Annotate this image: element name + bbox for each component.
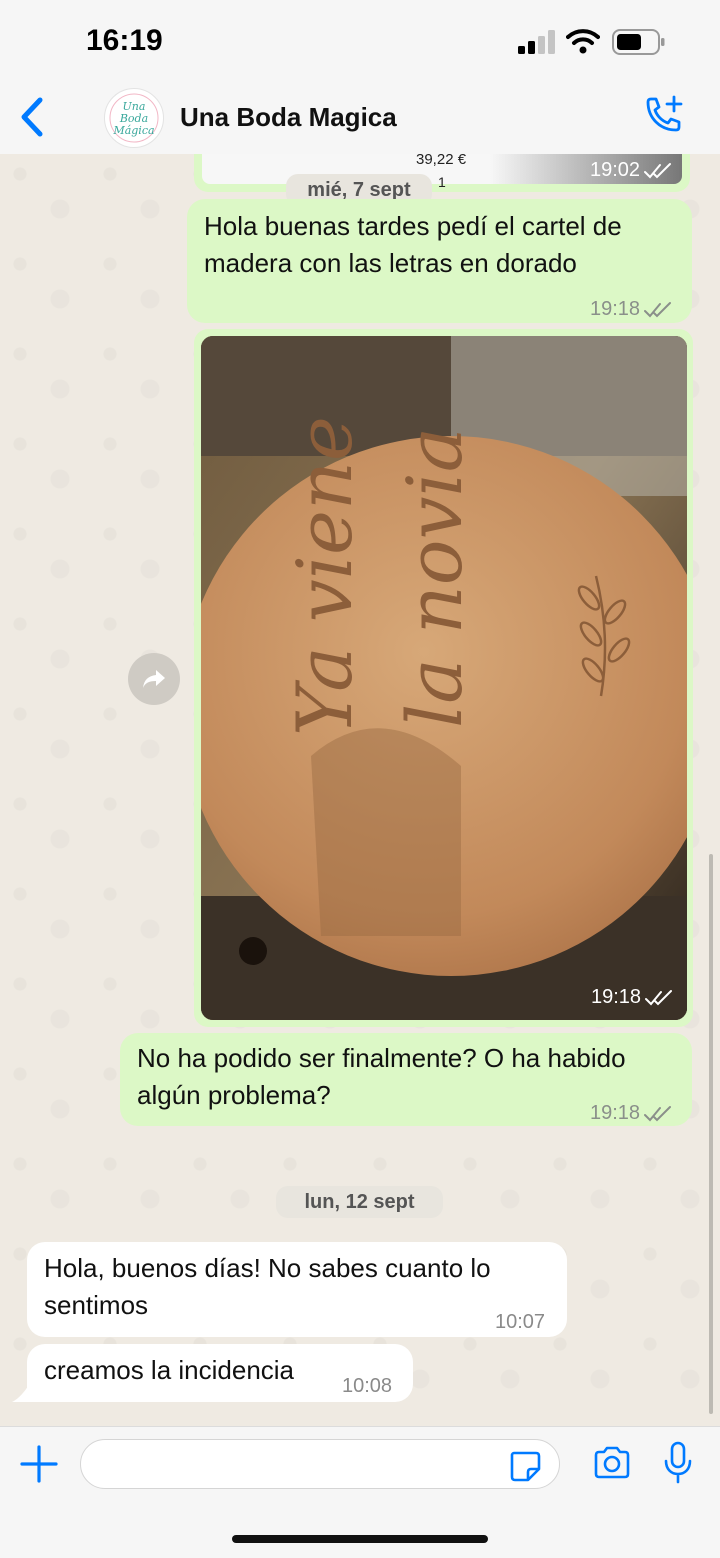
message-bubble[interactable]: Hola, buenos días! No sabes cuanto lo se… [27,1242,567,1337]
forward-button[interactable] [128,653,180,705]
photo-time: 19:18 [591,986,642,1008]
wooden-sign-image: Ya viene la novia [201,336,687,1020]
partial-meta: 19:02 [590,154,672,189]
chat-area[interactable]: 39,22 € 19:02 1 mié, 7 sept Hola buenas … [0,154,720,1426]
back-chevron-icon[interactable] [14,96,54,138]
svg-text:Mágica: Mágica [112,124,154,137]
battery-icon [612,29,665,55]
double-check-icon [644,1105,672,1121]
message-meta: 19:18 [590,1095,672,1132]
camera-icon[interactable] [592,1445,632,1481]
add-call-icon[interactable] [640,94,686,140]
avatar[interactable]: Una Boda Mágica [104,88,164,148]
engraving-line-2: la novia [390,427,479,728]
message-time: 19:18 [590,298,641,320]
message-time: 19:18 [590,1102,641,1124]
double-check-icon [644,301,672,317]
message-input[interactable] [80,1439,560,1489]
partial-time: 19:02 [590,159,641,181]
scrollbar[interactable] [709,854,713,1414]
message-meta: 19:18 [590,291,672,328]
message-time: 10:07 [495,1311,546,1333]
message-meta: 10:08 [342,1368,392,1405]
bubble-tail [12,1380,32,1402]
date-chip: lun, 12 sept [276,1186,443,1218]
contact-name[interactable]: Una Boda Magica [180,102,397,133]
mic-icon[interactable] [662,1441,694,1485]
double-check-icon [644,162,672,178]
engraving-line-1: Ya viene [280,416,369,736]
message-time: 10:08 [342,1375,393,1397]
status-time: 16:19 [86,24,163,57]
signal-icon [518,30,555,54]
message-bubble[interactable]: Hola buenas tardes pedí el cartel de mad… [187,199,692,323]
status-bar: 16:19 [0,0,720,80]
message-text: Hola, buenos días! No sabes cuanto lo se… [44,1253,491,1320]
date-chip-label: lun, 12 sept [304,1190,415,1213]
double-check-icon [645,989,673,1005]
message-bubble[interactable]: creamos la incidencia 10:08 [27,1344,413,1402]
message-bubble[interactable]: No ha podido ser finalmente? O ha habido… [120,1033,692,1126]
photo-meta: 19:18 [591,986,673,1009]
message-text: creamos la incidencia [44,1355,295,1385]
message-text: Hola buenas tardes pedí el cartel de mad… [204,211,622,278]
partial-price: 39,22 € [416,154,467,168]
plus-icon[interactable] [18,1443,60,1485]
wifi-icon [566,29,600,54]
photo[interactable]: Ya viene la novia 19:18 [201,336,687,1020]
chat-header: Una Boda Mágica Una Boda Magica [0,80,720,155]
home-indicator[interactable] [232,1535,488,1543]
message-meta: 10:07 [495,1304,545,1341]
partial-qty: 1 [438,174,446,190]
sticker-icon[interactable] [508,1449,542,1483]
logo-icon: Una Boda Mágica [109,93,159,143]
forward-icon [143,670,165,688]
